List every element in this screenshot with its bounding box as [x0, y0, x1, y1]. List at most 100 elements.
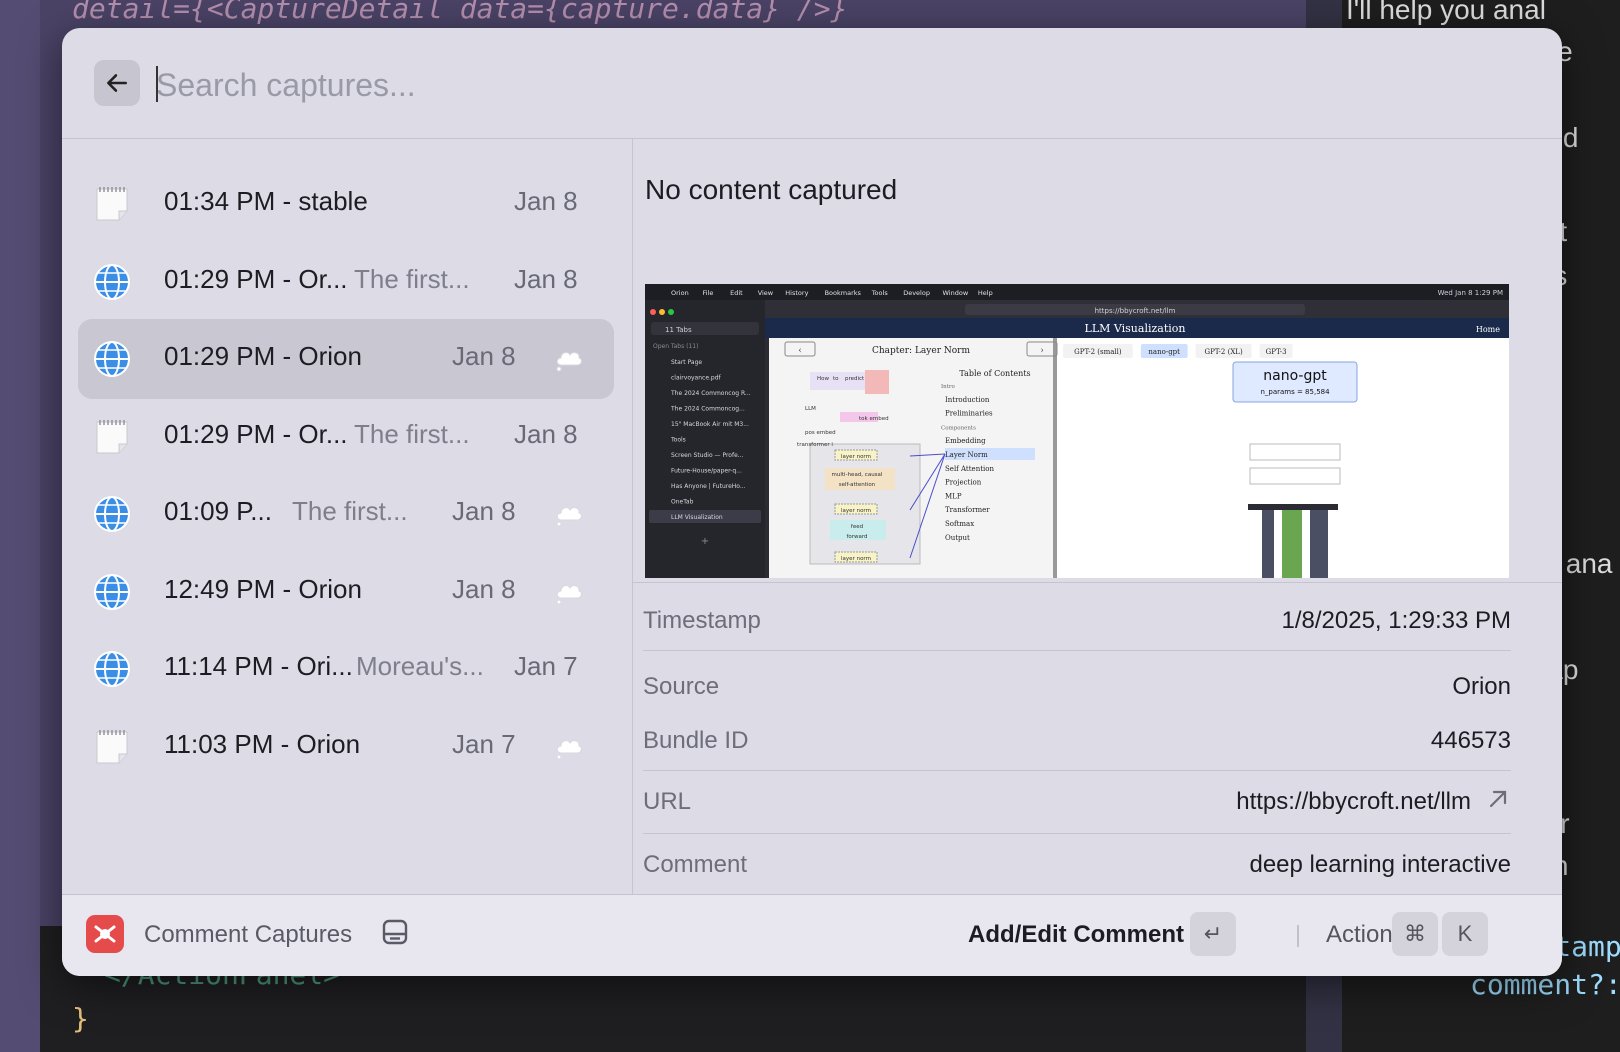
preview-model-tab: nano-gpt	[1148, 348, 1180, 356]
preview-menu-item: Window	[943, 289, 969, 297]
preview-diagram-label: predict	[845, 376, 865, 382]
svg-text:+: +	[701, 536, 709, 547]
item-subtitle: The first...	[354, 263, 470, 294]
preview-toc-item: Transformer	[945, 506, 990, 514]
list-item[interactable]: 12:49 PM - Orion Jan 8	[78, 552, 614, 632]
item-subtitle: Moreau's...	[356, 651, 484, 681]
globe-icon	[92, 649, 132, 689]
item-date: Jan 8	[514, 186, 578, 216]
meta-key: Comment	[643, 851, 748, 878]
preview-toc-item: Projection	[945, 479, 982, 487]
capture-list: 01:34 PM - stable Jan 8 01:29 PM - Or... Th…	[62, 138, 633, 922]
preview-clock: Wed Jan 8 1:29 PM	[1438, 289, 1503, 297]
external-link-icon[interactable]	[1485, 786, 1511, 819]
preview-diagram-label: layer norm	[841, 556, 871, 562]
capture-launcher-panel: 01:34 PM - stableJan 801:29 PM - Or...Th…	[62, 28, 1562, 976]
back-button[interactable]	[94, 60, 140, 106]
preview-toc-item: Preliminaries	[945, 410, 993, 418]
list-item[interactable]: 01:09 P... The first... Jan 8	[78, 474, 614, 554]
preview-toc-item: Self Attention	[945, 465, 994, 473]
preview-diagram-label: layer norm	[841, 454, 871, 460]
preview-diagram-label: transformer i	[797, 442, 833, 448]
preview-diagram-label: How	[817, 376, 830, 382]
preview-sidebar-item: Start Page	[671, 359, 702, 366]
preview-model-name: nano-gpt	[1263, 368, 1327, 384]
meta-separator	[643, 650, 1511, 651]
preview-menu-item: Bookmarks	[825, 289, 862, 297]
cloud-icon	[553, 343, 583, 373]
meta-key: URL	[643, 788, 692, 815]
item-subtitle: The first...	[354, 418, 470, 449]
screenshot-preview: Orion File Edit View History Bookmarks Tools De…	[645, 284, 1509, 578]
item-title: 01:09 P...	[164, 496, 272, 526]
svg-text:›: ›	[1040, 346, 1044, 356]
preview-sidebar-item: Future-House/paper-q...	[671, 468, 742, 475]
preview-sidebar-item: Tools	[670, 437, 686, 444]
globe-icon	[92, 262, 132, 302]
preview-toc-item: Softmax	[945, 520, 974, 528]
preview-menu-item: Tools	[871, 289, 889, 297]
cloud-icon	[553, 498, 583, 528]
preview-model-tab: GPT-2 (XL)	[1204, 348, 1242, 356]
meta-key: Bundle ID	[643, 727, 749, 754]
preview-menu-item: Edit	[730, 289, 743, 297]
preview-sidebar-item: OneTab	[671, 499, 694, 506]
preview-diagram-label: self-attention	[839, 482, 876, 488]
item-title: 12:49 PM - Orion	[164, 573, 362, 604]
preview-toc-item: Layer Norm	[945, 451, 988, 459]
item-date: Jan 7	[452, 728, 516, 759]
svg-text:‹: ‹	[798, 346, 802, 356]
preview-diagram-label: feed	[851, 524, 863, 530]
preview-sidebar-item: Screen Studio — Profe...	[671, 452, 744, 459]
k-key-hint: K	[1442, 912, 1488, 956]
meta-value: Orion	[1452, 673, 1511, 700]
item-date: Jan 8	[514, 418, 578, 449]
list-item[interactable]: 01:29 PM - Or... The first... Jan 8	[78, 242, 614, 322]
list-item[interactable]: 01:34 PM - stable Jan 8	[78, 164, 614, 244]
item-subtitle: The first...	[292, 496, 408, 526]
item-date: Jan 8	[514, 263, 578, 294]
preview-model-params: n_params = 85,584	[1260, 388, 1330, 396]
url-link[interactable]: https://bbycroft.net/llm	[1236, 788, 1471, 816]
preview-diagram-label: tok embed	[859, 416, 889, 422]
globe-icon	[92, 339, 132, 379]
action-divider	[1297, 925, 1299, 947]
list-item[interactable]: 01:29 PM - Orion Jan 8	[78, 319, 614, 399]
preview-model-tab: GPT-3	[1266, 348, 1287, 356]
arrow-left-icon	[107, 74, 127, 92]
search-bar	[62, 28, 1562, 139]
action-bar: Comment Captures Add/Edit Comment ↵ Acti…	[62, 894, 1562, 976]
preview-tabs-label: 11 Tabs	[665, 326, 692, 334]
preview-diagram-label: LLM	[805, 406, 816, 412]
preview-toc-item: Intro	[941, 384, 956, 390]
preview-diagram-label: to	[833, 376, 839, 382]
item-title: 01:34 PM - stable	[164, 186, 368, 216]
meta-value: deep learning interactive	[1249, 851, 1511, 878]
chat-text: I'll help you anal	[1346, 0, 1546, 25]
command-key-hint: ⌘	[1392, 912, 1438, 956]
capture-detail: No content captured Orion File Edit View His…	[633, 138, 1562, 922]
note-icon	[92, 727, 132, 767]
item-date: Jan 8	[452, 573, 516, 604]
list-item[interactable]: 11:14 PM - Ori... Moreau's... Jan 7	[78, 629, 614, 709]
app-logo-icon	[86, 915, 124, 953]
preview-home: Home	[1476, 325, 1500, 334]
item-title: 01:29 PM - Or...	[164, 418, 348, 449]
editor-code-line: detail={<CaptureDetail data={capture.dat…	[72, 0, 848, 25]
search-input[interactable]	[154, 58, 1518, 112]
preview-sidebar-item: 15" MacBook Air mit M3...	[671, 421, 749, 428]
return-key-hint: ↵	[1190, 912, 1236, 956]
preview-sidebar-item: clairvoyance.pdf	[671, 375, 722, 382]
preview-diagram-label: layer norm	[841, 508, 871, 514]
preview-menu-item: Help	[978, 289, 993, 297]
meta-separator	[643, 770, 1511, 771]
metadata-list: Timestamp 1/8/2025, 1:29:33 PM Source Orion…	[633, 582, 1562, 897]
list-item[interactable]: 01:29 PM - Or... The first... Jan 8	[78, 397, 614, 477]
preview-toc-item: Introduction	[945, 396, 990, 404]
tray-icon[interactable]	[380, 917, 410, 947]
add-edit-comment-button[interactable]: Add/Edit Comment	[968, 921, 1184, 949]
list-item[interactable]: 11:03 PM - Orion Jan 7	[78, 707, 614, 787]
note-icon	[92, 184, 132, 224]
preview-toc-item: Components	[941, 425, 976, 431]
item-title: 01:29 PM - Orion	[164, 341, 362, 371]
